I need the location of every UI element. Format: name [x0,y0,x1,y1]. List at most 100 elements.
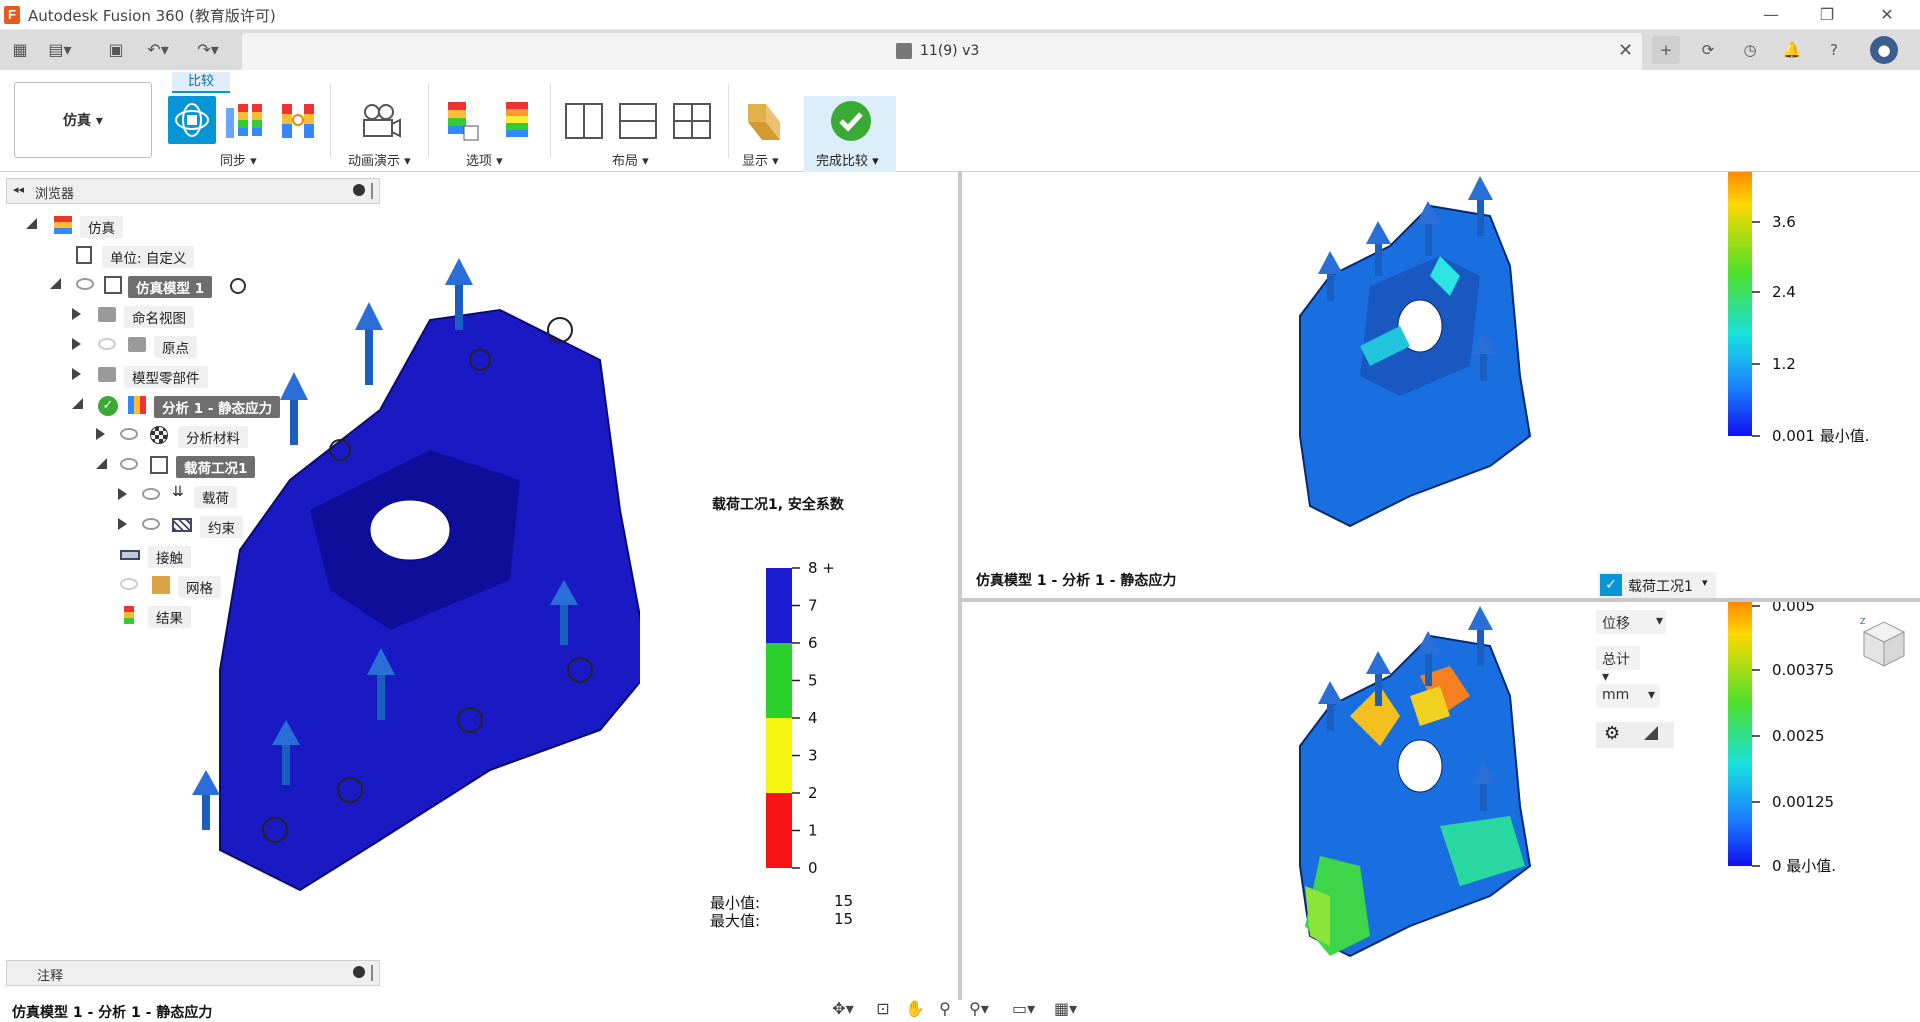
expand-arrow-icon[interactable] [118,488,127,500]
browser-options-icon[interactable] [353,184,365,196]
fit-icon[interactable]: ⚲▾ [968,999,990,1019]
animate-label: 动画演示 [348,154,401,169]
eye-hidden-icon[interactable] [120,578,138,590]
redo-icon[interactable]: ↷▾ [196,37,220,63]
expand-arrow-icon[interactable] [118,518,127,530]
user-avatar[interactable]: ● [1870,36,1898,64]
workspace-caret-icon: ▾ [95,113,103,129]
sync-camera-button[interactable] [168,96,216,144]
job-status-icon[interactable]: ◷ [1736,36,1764,64]
window-title: Autodesk Fusion 360 (教育版许可) [28,7,276,25]
left-model-view[interactable] [180,250,640,910]
legend-band [766,755,792,793]
colorbar-icon [506,102,528,137]
top-right-model-view[interactable] [1290,176,1540,536]
document-tab[interactable]: 11(9) v3 ✕ [242,33,1642,70]
minimize-button[interactable]: — [1756,3,1786,27]
chevron-down-icon: ▾ [1648,687,1656,703]
collapse-arrow-icon[interactable] [50,278,61,289]
legend-tick-label: 3 [808,747,818,765]
display-label: 显示 [742,154,769,169]
component-dropdown[interactable]: 总计 ▾ [1596,646,1640,685]
pan-hand-icon[interactable]: ✋ [904,999,926,1019]
undo-icon[interactable]: ↶▾ [146,37,170,63]
extensions-icon[interactable]: ⟳ [1694,36,1722,64]
eye-icon[interactable] [120,428,138,440]
legend-band [766,793,792,831]
file-menu-icon[interactable]: ▤▾ [48,37,72,63]
panel-pin-icon[interactable] [371,183,373,199]
vertical-split-divider[interactable] [958,172,962,1000]
zoom-icon[interactable]: ⚲ [934,999,956,1019]
restore-button[interactable]: ❐ [1812,3,1842,27]
save-icon[interactable]: ▣ [104,37,128,63]
animate-button[interactable] [360,102,402,144]
apps-grid-icon[interactable]: ▦ [8,37,32,63]
options-colorbar-button[interactable] [500,100,534,146]
gear-icon[interactable]: ⚙ [1604,723,1620,744]
eye-icon[interactable] [142,518,160,530]
expand-arrow-icon[interactable] [72,368,81,380]
bottom-right-model-view[interactable] [1290,606,1540,966]
options-legend-button[interactable] [446,100,480,146]
panel-pin-icon[interactable] [371,965,373,981]
legend-tick-label: 8 + [808,560,835,577]
folder-icon [98,307,116,322]
help-icon[interactable]: ? [1820,36,1848,64]
sync-group-label[interactable]: 同步 ▾ [220,150,257,169]
add-comment-icon[interactable] [353,966,365,978]
checkmark-circle-icon [831,101,871,141]
close-button[interactable]: ✕ [1872,3,1902,27]
viewcube[interactable]: Z [1856,614,1912,674]
collapse-browser-icon[interactable]: ◂◂ [13,183,24,196]
display-group-label[interactable]: 显示 ▾ [742,150,779,169]
tab-compare[interactable]: 比较 [172,72,230,93]
look-at-icon[interactable]: ⊡ [872,999,894,1019]
unit-dropdown[interactable]: mm ▾ [1596,684,1660,708]
workspace-switcher[interactable]: 仿真 ▾ [14,82,152,158]
ribbon-toolbar: 仿真 ▾ 比较 同步 ▾ 动画演示 ▾ 选项 ▾ 布局 ▾ 显示 ▾ 完成比较 … [0,70,1920,172]
eye-icon[interactable] [142,488,160,500]
close-tab-icon[interactable]: ✕ [1618,40,1633,61]
tab-row: ▦ ▤▾ ▣ ↶▾ ↷▾ 11(9) v3 ✕ + ⟳ ◷ 🔔 ? ● [0,30,1920,70]
new-tab-plus-icon[interactable]: + [1652,36,1680,64]
notifications-bell-icon[interactable]: 🔔 [1778,36,1806,64]
expand-arrow-icon[interactable] [72,308,81,320]
browser-panel-header[interactable]: ◂◂ 浏览器 [6,178,380,204]
finish-compare-label: 完成比较 [816,154,869,169]
eye-hidden-icon[interactable] [98,338,116,350]
eye-icon[interactable] [120,458,138,470]
legend-band [766,568,792,606]
expand-arrow-icon[interactable] [96,428,105,440]
layout-side-by-side-button[interactable] [564,102,604,144]
max-value: 15 [834,910,854,928]
layout-three-button[interactable] [672,102,712,144]
loadcase-selector[interactable]: ✓ 载荷工况1 ▾ [1598,572,1716,598]
finish-compare-button[interactable]: 完成比较 ▾ [804,96,896,172]
options-group-label[interactable]: 选项 ▾ [466,150,503,169]
comments-panel-header[interactable]: 注释 [6,960,380,986]
collapse-arrow-icon[interactable] [96,458,107,469]
eye-icon[interactable] [76,278,94,290]
min-value: 15 [834,892,854,910]
display-button[interactable] [746,100,782,146]
legend-tick-label: 7 [808,597,818,615]
layout-group-label[interactable]: 布局 ▾ [612,150,649,169]
result-type-dropdown[interactable]: 位移 ▾ [1596,610,1666,634]
expand-arrow-icon[interactable] [72,338,81,350]
unit-label: mm [1602,687,1630,703]
svg-text:Z: Z [1860,617,1866,626]
sync-legend-button[interactable] [224,100,266,146]
load-case-icon [150,456,168,474]
collapse-arrow-icon[interactable] [26,218,37,229]
contact-icon [120,550,140,560]
layout-stacked-button[interactable] [618,102,658,144]
display-settings-icon[interactable]: ▭▾ [1012,999,1035,1019]
grid-settings-icon[interactable]: ▦▾ [1054,999,1077,1019]
sync-results-button[interactable] [278,100,320,146]
orbit-icon[interactable]: ✥▾ [832,999,854,1019]
animate-group-label[interactable]: 动画演示 ▾ [348,150,411,169]
workspace-label: 仿真 [63,113,92,129]
slider-triangle-icon[interactable] [1644,726,1658,740]
collapse-arrow-icon[interactable] [72,398,83,409]
